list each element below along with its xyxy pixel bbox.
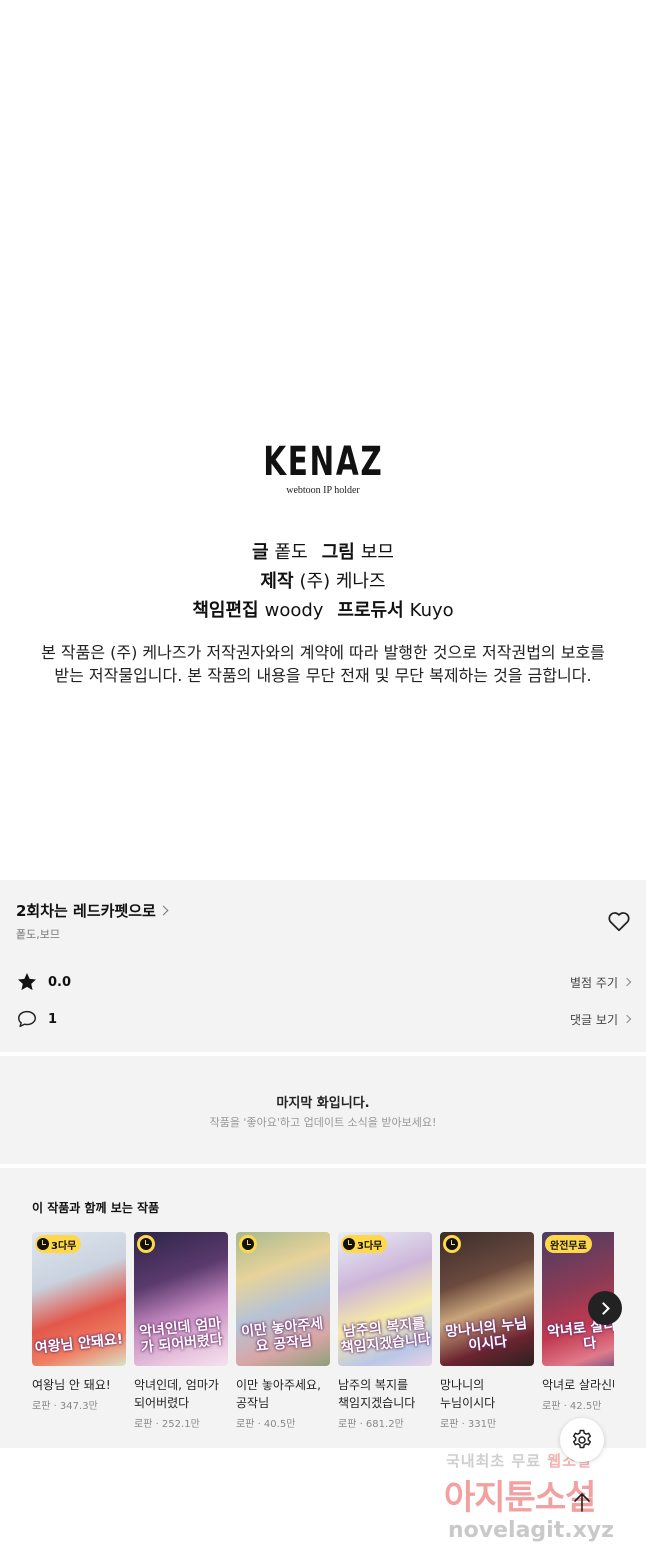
cover-art-title: 악녀인데 엄마가 되어버렸다 bbox=[138, 1315, 224, 1357]
card-meta: 로판 · 347.3만 bbox=[32, 1401, 98, 1412]
watermark-line: novelagit.xyz bbox=[448, 1518, 614, 1543]
credit-line-staff: 책임편집 woody 프로듀서 Kuyo bbox=[0, 596, 646, 625]
chevron-right-icon bbox=[622, 977, 632, 987]
wait-free-badge: 3다무 bbox=[341, 1235, 388, 1253]
credits-section: KENAZ webtoon IP holder 글 퐅도 그림 보므 제작 (주) 케나… bbox=[0, 0, 646, 880]
cover-image: 3다무 남주의 복지를 책임지겠습니다 bbox=[338, 1232, 432, 1366]
chevron-right-icon bbox=[158, 905, 169, 916]
card-title: 망나니의 누님이시다 bbox=[440, 1378, 496, 1410]
producer-name: Kuyo bbox=[409, 600, 454, 621]
scroll-to-top-button[interactable] bbox=[566, 1486, 598, 1518]
artist-label: 그림 bbox=[321, 542, 355, 563]
production-name: (주) 케나즈 bbox=[299, 571, 386, 592]
cover-image: 3다무 여왕님 안돼요! bbox=[32, 1232, 126, 1366]
chevron-right-icon bbox=[622, 1014, 632, 1024]
editor-label: 책임편집 bbox=[192, 600, 259, 621]
card-title: 악녀인데, 엄마가 되어버렸다 bbox=[134, 1378, 219, 1410]
logo-tagline: webtoon IP holder bbox=[286, 485, 360, 496]
cover-image: 이만 놓아주세요 공작님 bbox=[236, 1232, 330, 1366]
recommendation-card[interactable]: 3다무 여왕님 안돼요! 여왕님 안 돼요! 로판 · 347.3만 bbox=[32, 1232, 126, 1412]
card-meta: 로판 · 42.5만 bbox=[542, 1401, 602, 1412]
clock-icon bbox=[343, 1238, 355, 1250]
card-meta: 로판 · 40.5만 bbox=[236, 1419, 296, 1430]
series-authors: 퐅도,보므 bbox=[16, 928, 60, 941]
badge-label: 3다무 bbox=[51, 1240, 77, 1252]
wait-free-badge: 3다무 bbox=[35, 1235, 82, 1253]
rate-button[interactable]: 별점 주기 bbox=[570, 974, 632, 991]
heart-icon bbox=[608, 912, 630, 932]
comments-display: 1 bbox=[16, 1008, 57, 1030]
credit-lines: 글 퐅도 그림 보므 제작 (주) 케나즈 책임편집 woody 프로듀서 Kuyo bbox=[0, 538, 646, 625]
artist-name: 보므 bbox=[360, 542, 394, 563]
card-title: 남주의 복지를 책임지겠습니다 bbox=[338, 1378, 416, 1410]
producer-label: 프로듀서 bbox=[337, 600, 404, 621]
clock-icon bbox=[140, 1238, 152, 1250]
rating-value: 0.0 bbox=[48, 974, 72, 990]
recommendation-card[interactable]: 3다무 남주의 복지를 책임지겠습니다 남주의 복지를 책임지겠습니다 로판 ·… bbox=[338, 1232, 432, 1430]
cover-art-title: 이만 놓아주세요 공작님 bbox=[240, 1315, 324, 1355]
cover-image: 악녀인데 엄마가 되어버렸다 bbox=[134, 1232, 228, 1366]
card-meta: 로판 · 681.2만 bbox=[338, 1419, 404, 1430]
rating-row: 0.0 별점 주기 bbox=[16, 971, 632, 993]
last-episode-title: 마지막 화입니다. bbox=[276, 1096, 370, 1111]
cover-image: 망나니의 누님이시다 bbox=[440, 1232, 534, 1366]
credit-line-authors: 글 퐅도 그림 보므 bbox=[0, 538, 646, 567]
wait-free-badge bbox=[137, 1235, 155, 1253]
settings-button[interactable] bbox=[560, 1418, 604, 1462]
publisher-logo: KENAZ webtoon IP holder bbox=[0, 440, 646, 496]
copyright-notice-line: 받는 저작물입니다. 본 작품의 내용을 무단 전재 및 무단 복제하는 것을 … bbox=[54, 666, 592, 685]
card-title: 악녀로 살라신다 bbox=[542, 1378, 614, 1392]
last-episode-subtitle: 작품을 '좋아요'하고 업데이트 소식을 받아보세요! bbox=[209, 1116, 437, 1129]
wait-free-badge bbox=[239, 1235, 257, 1253]
carousel-next-button[interactable] bbox=[588, 1291, 622, 1325]
chevron-right-icon bbox=[596, 1301, 610, 1315]
production-label: 제작 bbox=[260, 571, 294, 592]
clock-icon bbox=[37, 1238, 49, 1250]
card-meta: 로판 · 331만 bbox=[440, 1419, 497, 1430]
card-meta: 로판 · 252.1만 bbox=[134, 1419, 200, 1430]
rate-label: 별점 주기 bbox=[570, 975, 618, 990]
comments-count: 1 bbox=[48, 1011, 58, 1027]
arrow-up-icon bbox=[574, 1493, 590, 1512]
gear-icon bbox=[572, 1429, 592, 1449]
series-title: 2회차는 레드카펫으로 bbox=[16, 902, 156, 920]
star-icon bbox=[18, 973, 36, 991]
recommendations-title: 이 작품과 함께 보는 작품 bbox=[32, 1201, 160, 1215]
view-comments-label: 댓글 보기 bbox=[570, 1012, 618, 1027]
like-button[interactable] bbox=[606, 908, 632, 934]
card-title: 이만 놓아주세요, 공작님 bbox=[236, 1378, 321, 1410]
cover-art-title: 남주의 복지를 책임지겠습니다 bbox=[340, 1315, 432, 1357]
series-title-link[interactable]: 2회차는 레드카펫으로 bbox=[16, 900, 169, 921]
cover-art-title: 망나니의 누님이시다 bbox=[444, 1315, 528, 1354]
clock-icon bbox=[242, 1238, 254, 1250]
watermark: 국내최초 무료 웹소설 아지툰소설 novelagit.xyz bbox=[440, 1448, 640, 1558]
editor-name: woody bbox=[264, 600, 324, 621]
clock-icon bbox=[446, 1238, 458, 1250]
view-comments-button[interactable]: 댓글 보기 bbox=[570, 1011, 632, 1028]
recommendations-carousel: 3다무 여왕님 안돼요! 여왕님 안 돼요! 로판 · 347.3만 악녀인데 … bbox=[32, 1232, 614, 1432]
recommendation-card[interactable]: 망나니의 누님이시다 망나니의 누님이시다 로판 · 331만 bbox=[440, 1232, 534, 1430]
writer-label: 글 bbox=[252, 542, 269, 563]
free-badge: 완전무료 bbox=[545, 1235, 592, 1253]
rating-display: 0.0 bbox=[16, 971, 71, 993]
cover-art-title: 여왕님 안돼요! bbox=[34, 1331, 124, 1357]
card-title: 여왕님 안 돼요! bbox=[32, 1378, 111, 1392]
writer-name: 퐅도 bbox=[274, 542, 308, 563]
credit-line-production: 제작 (주) 케나즈 bbox=[0, 567, 646, 596]
logo-wordmark: KENAZ bbox=[262, 439, 384, 485]
comments-row: 1 댓글 보기 bbox=[16, 1008, 632, 1030]
recommendation-card[interactable]: 악녀인데 엄마가 되어버렸다 악녀인데, 엄마가 되어버렸다 로판 · 252.… bbox=[134, 1232, 228, 1430]
recommendation-card[interactable]: 이만 놓아주세요 공작님 이만 놓아주세요, 공작님 로판 · 40.5만 bbox=[236, 1232, 330, 1430]
badge-label: 3다무 bbox=[357, 1240, 383, 1252]
wait-free-badge bbox=[443, 1235, 461, 1253]
badge-label: 완전무료 bbox=[550, 1240, 587, 1252]
copyright-notice: 본 작품은 (주) 케나즈가 저작권자와의 계약에 따라 발행한 것으로 저작권… bbox=[20, 641, 626, 687]
comment-bubble-icon bbox=[18, 1010, 36, 1028]
copyright-notice-line: 본 작품은 (주) 케나즈가 저작권자와의 계약에 따라 발행한 것으로 저작권… bbox=[41, 643, 605, 662]
watermark-text: 국내최초 무료 bbox=[446, 1452, 542, 1470]
